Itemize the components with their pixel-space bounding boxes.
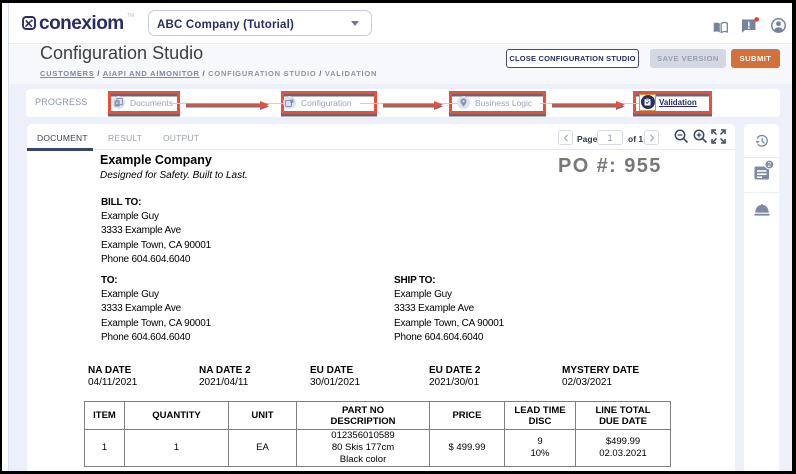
svg-text:2: 2: [767, 162, 771, 169]
